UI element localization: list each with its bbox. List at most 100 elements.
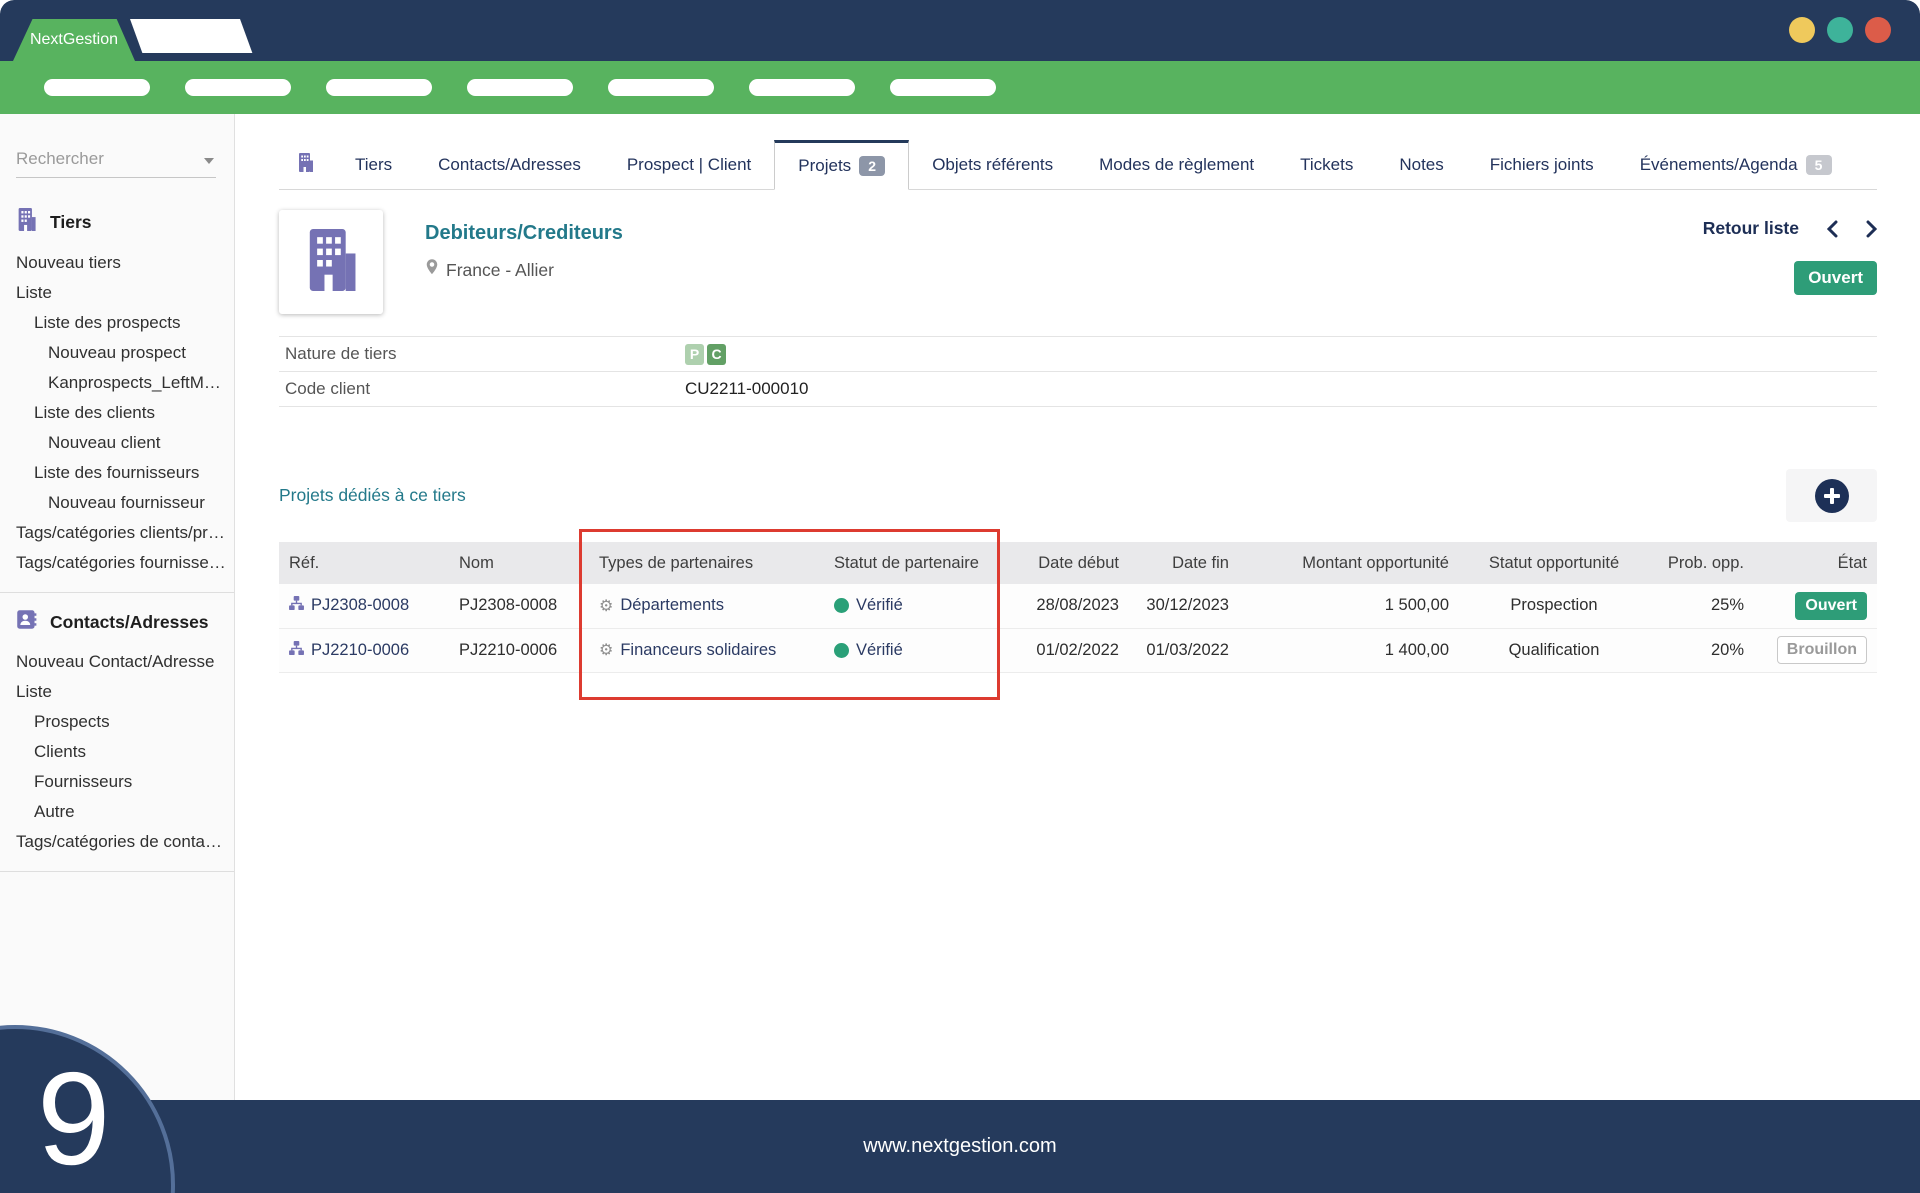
- brand-name: NextGestion: [30, 31, 118, 49]
- montant-opportunite: 1 500,00: [1239, 584, 1459, 628]
- col-date-fin: Date fin: [1129, 542, 1239, 584]
- sidebar-item-liste-contacts[interactable]: Liste: [0, 677, 234, 707]
- building-icon: [303, 229, 359, 296]
- table-header-row: Réf. Nom Types de partenaires Statut de …: [279, 542, 1877, 584]
- menu-pill: [467, 79, 573, 96]
- gear-icon: ⚙: [599, 640, 613, 660]
- partner-status: Vérifié: [856, 641, 903, 660]
- statut-opportunite: Prospection: [1459, 584, 1649, 628]
- project-diagram-icon: [289, 641, 304, 660]
- tab-evenements-agenda[interactable]: Événements/Agenda 5: [1617, 140, 1855, 189]
- sidebar-section-tiers-header[interactable]: Tiers: [0, 208, 234, 236]
- project-ref-link[interactable]: PJ2210-0006: [311, 641, 409, 660]
- maximize-dot[interactable]: [1827, 17, 1853, 43]
- record-fields: Nature de tiers P C Code client CU2211-0…: [279, 336, 1877, 407]
- sidebar-item-liste-des-fournisseurs[interactable]: Liste des fournisseurs: [0, 458, 234, 488]
- projets-count-badge: 2: [859, 156, 885, 176]
- project-name: PJ2308-0008: [449, 584, 589, 628]
- montant-opportunite: 1 400,00: [1239, 628, 1459, 672]
- sidebar-item-liste-des-prospects[interactable]: Liste des prospects: [0, 308, 234, 338]
- sidebar: Tiers Nouveau tiers Liste Liste des pros…: [0, 114, 235, 1100]
- table-row: PJ2308-0008 PJ2308-0008 ⚙ Départements V…: [279, 584, 1877, 628]
- sidebar-item-tags-fournisseurs[interactable]: Tags/catégories fournisse…: [0, 548, 234, 578]
- main-content: Tiers Contacts/Adresses Prospect | Clien…: [235, 114, 1920, 1100]
- top-navy-bar: NextGestion: [0, 0, 1920, 61]
- sidebar-search: [16, 142, 216, 178]
- page-title: Debiteurs/Crediteurs: [425, 222, 623, 245]
- col-statut-partenaire: Statut de partenaire: [824, 542, 1009, 584]
- address-card-icon: [16, 609, 37, 635]
- sidebar-item-tags-contacts[interactable]: Tags/catégories de conta…: [0, 827, 234, 857]
- footer-website-url: www.nextgestion.com: [863, 1135, 1056, 1158]
- search-input[interactable]: [16, 142, 216, 176]
- decorative-slab: [130, 19, 252, 53]
- close-dot[interactable]: [1865, 17, 1891, 43]
- prospect-badge: P: [685, 344, 704, 365]
- sidebar-item-nouveau-fournisseur[interactable]: Nouveau fournisseur: [0, 488, 234, 518]
- sidebar-item-nouveau-contact[interactable]: Nouveau Contact/Adresse: [0, 647, 234, 677]
- building-icon: [16, 208, 37, 236]
- sidebar-divider: [0, 592, 234, 593]
- sidebar-item-liste-tiers[interactable]: Liste: [0, 278, 234, 308]
- tab-objets-referents[interactable]: Objets référents: [909, 140, 1076, 189]
- sidebar-section-contacts-header[interactable]: Contacts/Adresses: [0, 609, 234, 635]
- tab-prospect-client[interactable]: Prospect | Client: [604, 140, 774, 189]
- sidebar-item-clients[interactable]: Clients: [0, 737, 234, 767]
- tab-tickets[interactable]: Tickets: [1277, 140, 1376, 189]
- app-window: NextGestion: [0, 0, 1920, 1193]
- minimize-dot[interactable]: [1789, 17, 1815, 43]
- menu-pill: [44, 79, 150, 96]
- project-diagram-icon: [289, 596, 304, 615]
- field-code-client: Code client CU2211-000010: [279, 372, 1877, 407]
- partner-type-link[interactable]: Financeurs solidaires: [620, 641, 776, 660]
- tab-tiers-icon[interactable]: [279, 140, 332, 189]
- tab-modes-de-reglement[interactable]: Modes de règlement: [1076, 140, 1277, 189]
- sidebar-item-autre[interactable]: Autre: [0, 797, 234, 827]
- etat-badge-brouillon: Brouillon: [1777, 636, 1867, 664]
- projects-section-header: Projets dédiés à ce tiers: [279, 469, 1877, 522]
- tab-tiers[interactable]: Tiers: [332, 140, 415, 189]
- sidebar-section-title: Contacts/Adresses: [50, 612, 209, 633]
- date-debut: 28/08/2023: [1009, 584, 1129, 628]
- col-ref: Réf.: [279, 542, 449, 584]
- sidebar-item-tags-clients[interactable]: Tags/catégories clients/pr…: [0, 518, 234, 548]
- col-date-debut: Date début: [1009, 542, 1129, 584]
- back-to-list-link[interactable]: Retour liste: [1703, 218, 1799, 239]
- record-tabbar: Tiers Contacts/Adresses Prospect | Clien…: [279, 140, 1877, 190]
- sidebar-item-nouveau-client[interactable]: Nouveau client: [0, 428, 234, 458]
- add-project-button[interactable]: [1786, 469, 1877, 522]
- project-ref-link[interactable]: PJ2308-0008: [311, 596, 409, 615]
- etat-badge-ouvert: Ouvert: [1795, 592, 1867, 620]
- chevron-right-icon[interactable]: [1866, 220, 1877, 238]
- tab-projets[interactable]: Projets 2: [774, 140, 909, 190]
- sidebar-item-fournisseurs[interactable]: Fournisseurs: [0, 767, 234, 797]
- sidebar-item-nouveau-tiers[interactable]: Nouveau tiers: [0, 248, 234, 278]
- menu-pill: [749, 79, 855, 96]
- prob-opp: 20%: [1649, 628, 1754, 672]
- page-number: 9: [37, 1053, 110, 1185]
- partner-status: Vérifié: [856, 596, 903, 615]
- col-prob-opp: Prob. opp.: [1649, 542, 1754, 584]
- location-pin-icon: [425, 259, 439, 282]
- tab-fichiers-joints[interactable]: Fichiers joints: [1467, 140, 1617, 189]
- projects-section-title: Projets dédiés à ce tiers: [279, 485, 466, 506]
- menu-pill: [185, 79, 291, 96]
- chevron-down-icon[interactable]: [204, 158, 214, 164]
- col-types-partenaires: Types de partenaires: [589, 542, 824, 584]
- menu-pill: [608, 79, 714, 96]
- prob-opp: 25%: [1649, 584, 1754, 628]
- verified-status-dot: [834, 643, 849, 658]
- field-nature-de-tiers: Nature de tiers P C: [279, 337, 1877, 372]
- sidebar-item-nouveau-prospect[interactable]: Nouveau prospect: [0, 338, 234, 368]
- sidebar-item-liste-des-clients[interactable]: Liste des clients: [0, 398, 234, 428]
- partner-type-link[interactable]: Départements: [620, 596, 724, 615]
- sidebar-item-kanprospects[interactable]: Kanprospects_LeftM…: [0, 368, 234, 398]
- tab-contacts-adresses[interactable]: Contacts/Adresses: [415, 140, 604, 189]
- window-controls: [1789, 17, 1891, 43]
- sidebar-section-title: Tiers: [50, 212, 92, 233]
- chevron-left-icon[interactable]: [1827, 220, 1838, 238]
- sidebar-item-prospects[interactable]: Prospects: [0, 707, 234, 737]
- tab-notes[interactable]: Notes: [1376, 140, 1466, 189]
- agenda-count-badge: 5: [1806, 155, 1832, 175]
- company-photo-card[interactable]: [279, 210, 383, 314]
